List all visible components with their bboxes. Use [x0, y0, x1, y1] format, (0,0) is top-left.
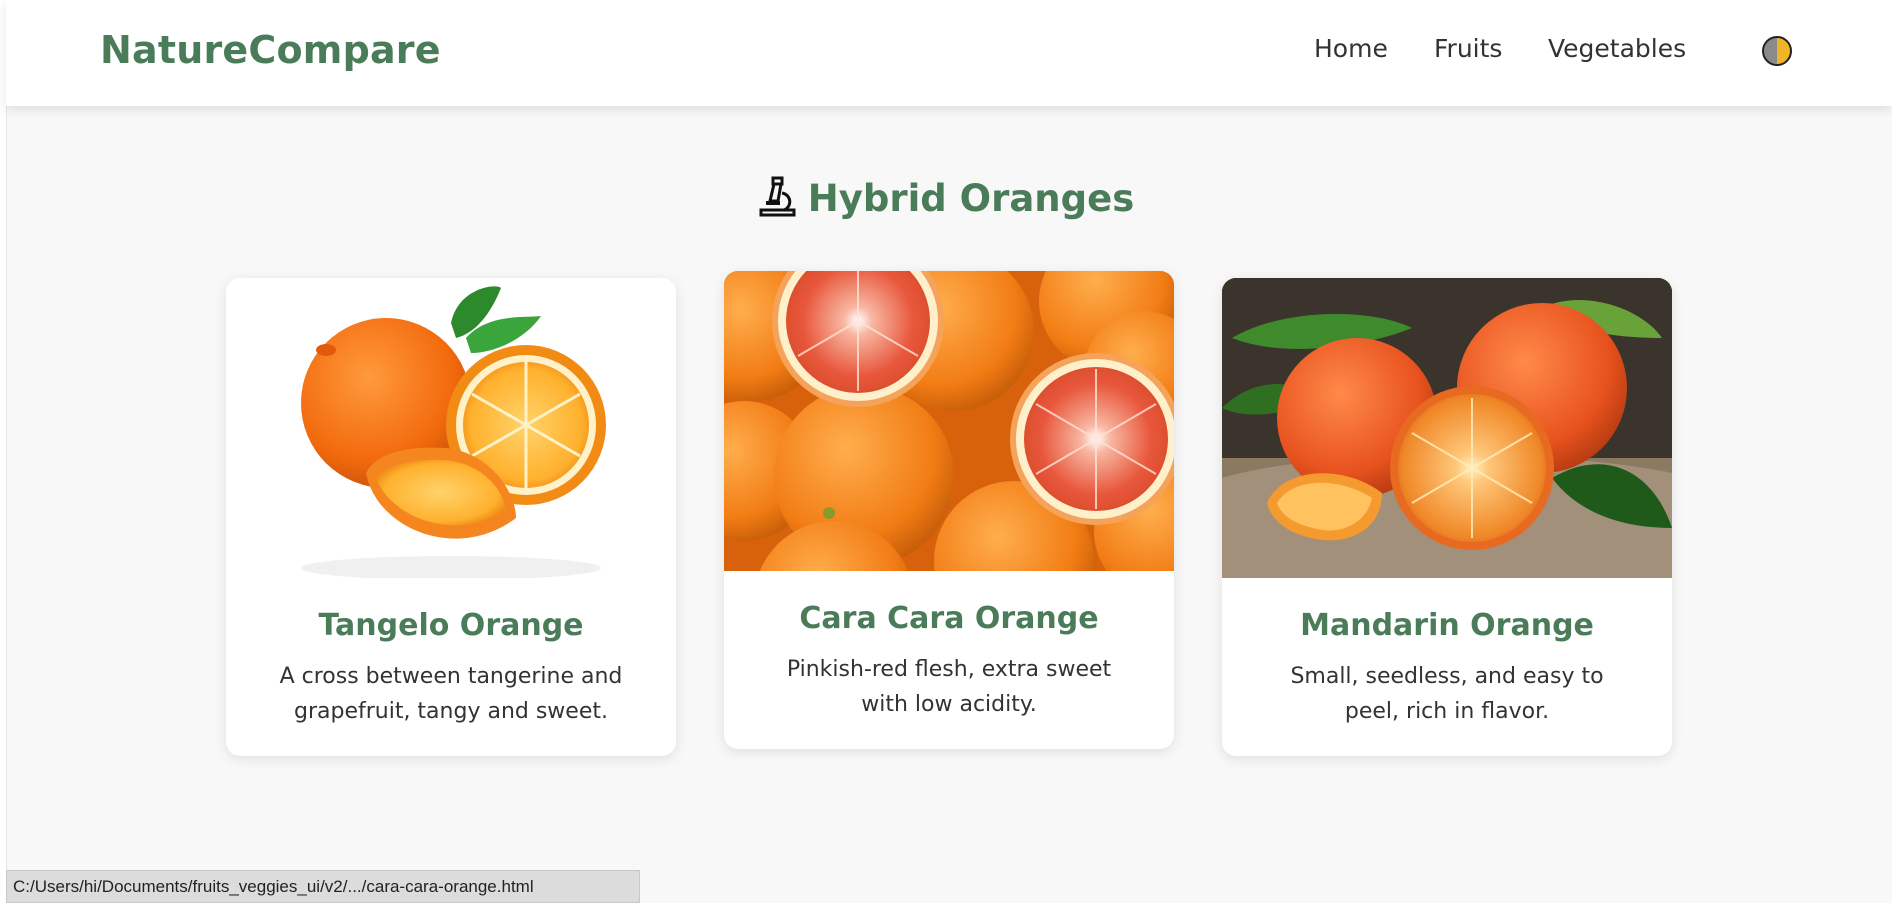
section-title-text: Hybrid Oranges — [807, 177, 1135, 220]
mandarin-orange-image — [1222, 278, 1672, 578]
card-title: Tangelo Orange — [318, 608, 584, 643]
nav-fruits[interactable]: Fruits — [1434, 34, 1502, 63]
tangelo-orange-image — [226, 278, 676, 578]
card-title: Mandarin Orange — [1300, 608, 1594, 643]
status-bar-url: C:/Users/hi/Documents/fruits_veggies_ui/… — [6, 870, 640, 903]
card-title: Cara Cara Orange — [799, 601, 1099, 636]
fruit-card-tangelo[interactable]: Tangelo Orange A cross between tangerine… — [226, 278, 676, 756]
window-edge — [0, 0, 7, 903]
card-description: Small, seedless, and easy to peel, rich … — [1290, 664, 1604, 724]
half-moon-icon[interactable] — [1762, 36, 1792, 66]
top-navbar: NatureCompare Home Fruits Vegetables — [6, 0, 1892, 106]
microscope-icon — [759, 176, 796, 217]
card-description: Pinkish-red flesh, extra sweet with low … — [786, 657, 1112, 717]
nav-home[interactable]: Home — [1314, 34, 1388, 63]
section-heading: Hybrid Oranges — [0, 175, 1892, 220]
fruit-card-mandarin[interactable]: Mandarin Orange Small, seedless, and eas… — [1222, 278, 1672, 756]
card-description: A cross between tangerine and grapefruit… — [279, 664, 623, 724]
nav-vegetables[interactable]: Vegetables — [1548, 34, 1686, 63]
cara-cara-orange-image — [724, 271, 1174, 571]
brand-logo[interactable]: NatureCompare — [100, 28, 441, 72]
fruit-card-cara-cara[interactable]: Cara Cara Orange Pinkish-red flesh, extr… — [724, 271, 1174, 749]
